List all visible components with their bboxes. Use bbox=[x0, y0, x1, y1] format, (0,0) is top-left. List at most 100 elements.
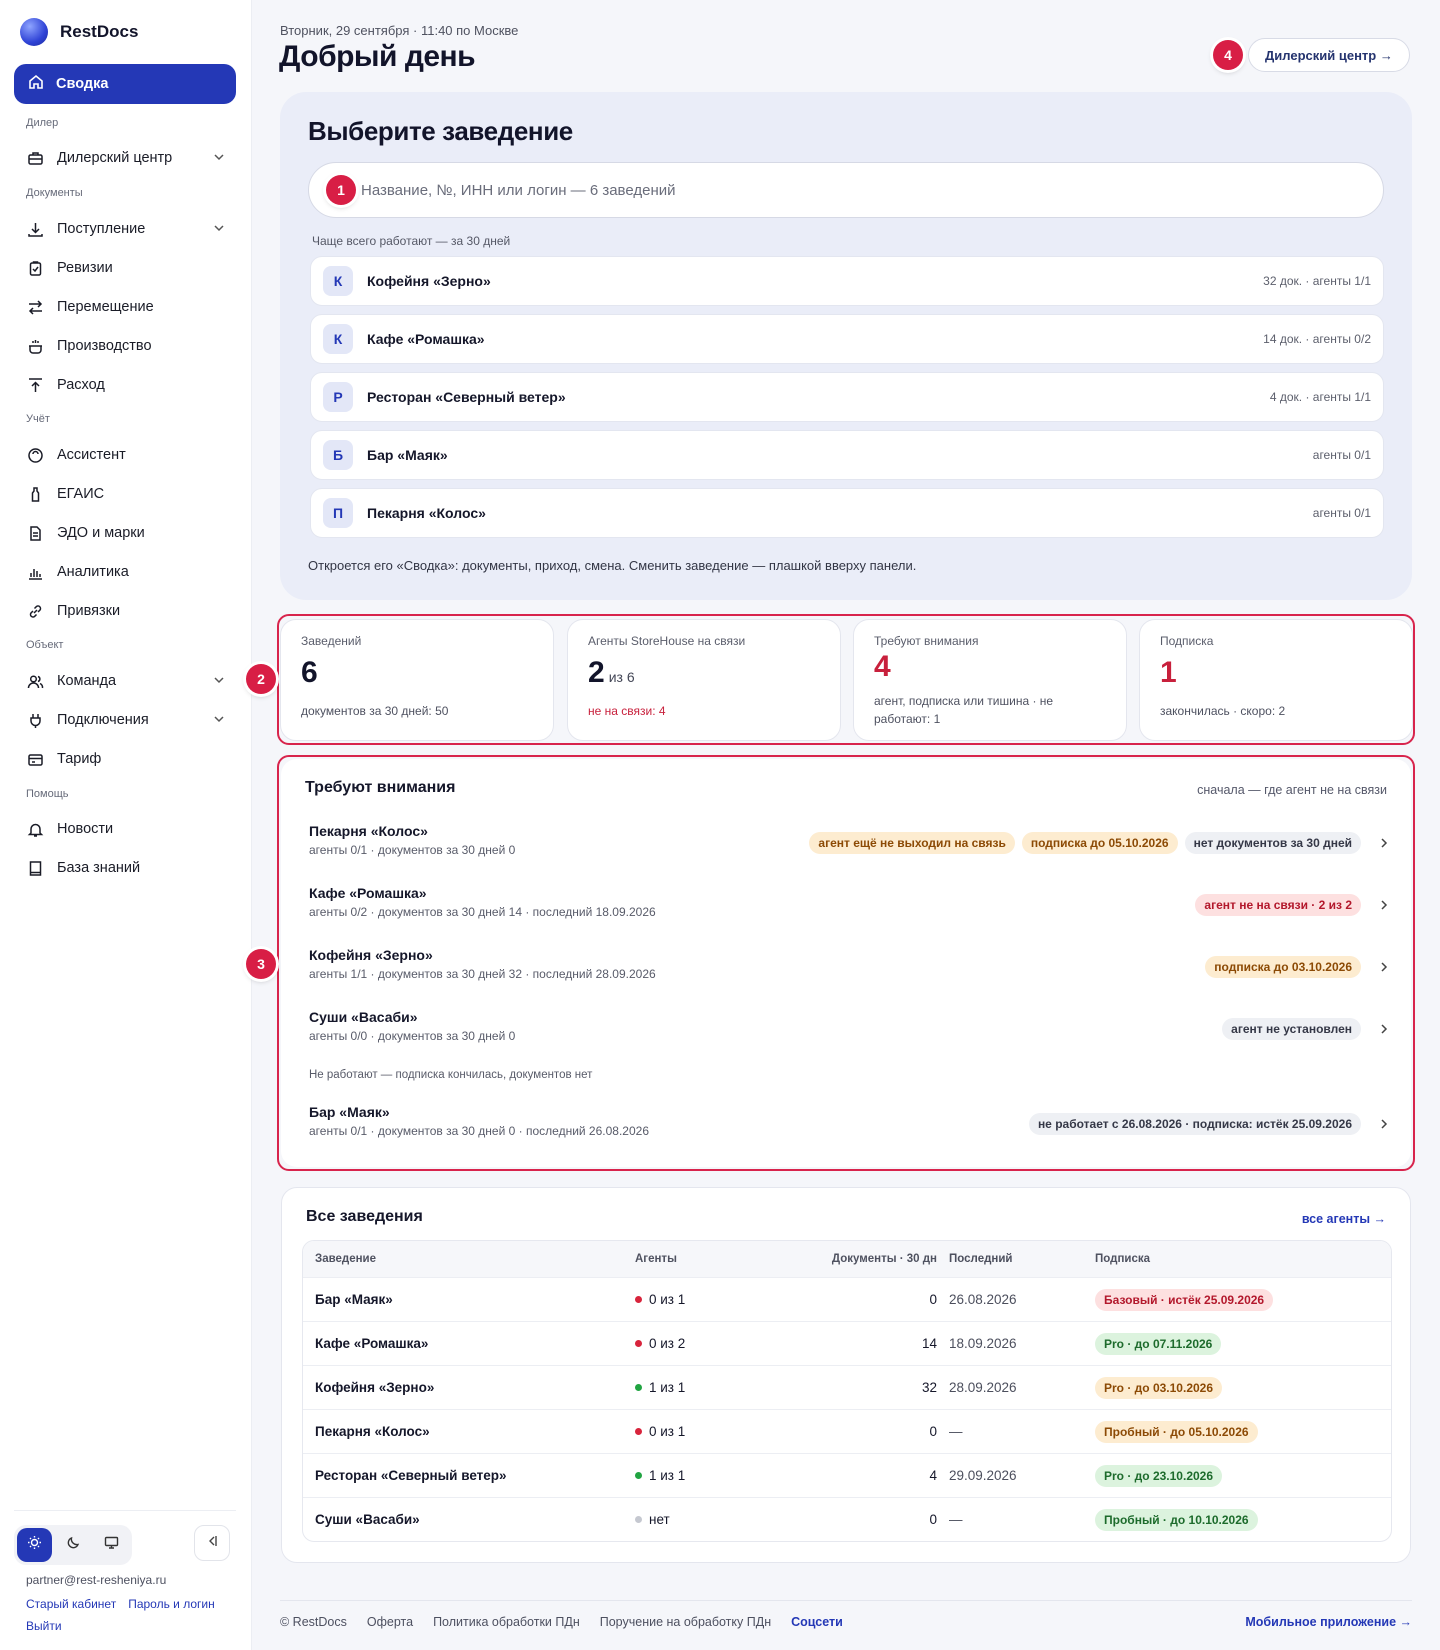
sidebar-item-production[interactable]: Производство bbox=[14, 328, 236, 364]
collapse-sidebar-button[interactable] bbox=[194, 1525, 230, 1561]
venue-item[interactable]: К Кофейня «Зерно» 32 док. · агенты 1/1 bbox=[310, 256, 1384, 306]
cell-docs: 0 bbox=[929, 1292, 937, 1307]
sidebar-item-tariff[interactable]: Тариф bbox=[14, 741, 236, 777]
cell-subscription: Pro · до 23.10.2026 bbox=[1095, 1454, 1223, 1497]
stat-card-subscription[interactable]: Подписка 1 закончилась · скоро: 2 bbox=[1139, 619, 1413, 741]
venue-avatar: К bbox=[323, 324, 353, 354]
cell-subscription: Pro · до 07.11.2026 bbox=[1095, 1322, 1222, 1365]
sidebar: RestDocs Сводка Дилер Дилерский центр До… bbox=[0, 0, 252, 1650]
column-header[interactable]: Агенты bbox=[635, 1241, 677, 1277]
column-header[interactable]: Подписка bbox=[1095, 1241, 1150, 1277]
column-header[interactable]: Заведение bbox=[315, 1241, 376, 1277]
attention-row[interactable]: Кофейня «Зерно» агенты 1/1 · документов … bbox=[309, 947, 1391, 989]
sidebar-item-label: Новости bbox=[57, 821, 114, 837]
sidebar-item-label: Сводка bbox=[56, 76, 109, 92]
subscription-badge: Пробный · до 05.10.2026 bbox=[1095, 1420, 1258, 1443]
attention-row[interactable]: Пекарня «Колос» агенты 0/1 · документов … bbox=[309, 823, 1391, 865]
stat-value: 6 bbox=[301, 656, 318, 689]
chevron-down-icon bbox=[212, 150, 226, 168]
theme-dark-button[interactable] bbox=[56, 1528, 91, 1562]
search-input[interactable] bbox=[361, 181, 1261, 199]
agent-status-dot bbox=[635, 1428, 642, 1435]
theme-switcher bbox=[14, 1525, 132, 1565]
venue-item[interactable]: Р Ресторан «Северный ветер» 4 док. · аге… bbox=[310, 372, 1384, 422]
table-row[interactable]: Пекарня «Колос» 0 из 1 0 — Пробный · до 05.1… bbox=[303, 1409, 1391, 1453]
cell-agents: нет bbox=[635, 1498, 670, 1541]
column-header[interactable]: Последний bbox=[949, 1241, 1012, 1277]
order-link[interactable]: Поручение на обработку ПДн bbox=[600, 1615, 771, 1629]
table-row[interactable]: Кафе «Ромашка» 0 из 2 14 18.09.2026 Pro · до… bbox=[303, 1321, 1391, 1365]
mobile-app-link[interactable]: Мобильное приложение → bbox=[1245, 1615, 1412, 1629]
attention-panel: Требуют внимания сначала — где агент не … bbox=[281, 759, 1411, 1167]
social-link[interactable]: Соцсети bbox=[791, 1615, 843, 1629]
stat-sub: документов за 30 дней: 50 bbox=[301, 704, 449, 718]
chevron-right-icon bbox=[1377, 836, 1391, 855]
table-row[interactable]: Бар «Маяк» 0 из 1 0 26.08.2026 Базовый · ист… bbox=[303, 1277, 1391, 1321]
stat-card-agents[interactable]: Агенты StoreHouse на связи 2 из 6 не на с… bbox=[567, 619, 841, 741]
stat-value: 4 bbox=[874, 650, 891, 683]
status-badge: нет документов за 30 дней bbox=[1184, 832, 1361, 854]
table-row[interactable]: Суши «Васаби» нет 0 — Пробный · до 10.10.202… bbox=[303, 1497, 1391, 1541]
brand[interactable]: RestDocs bbox=[20, 18, 138, 46]
table-row[interactable]: Ресторан «Северный ветер» 1 из 1 4 29.09.20… bbox=[303, 1453, 1391, 1497]
attention-row[interactable]: Кафе «Ромашка» агенты 0/2 · документов з… bbox=[309, 885, 1391, 927]
table-row[interactable]: Кофейня «Зерно» 1 из 1 32 28.09.2026 Pro · д… bbox=[303, 1365, 1391, 1409]
policy-link[interactable]: Политика обработки ПДн bbox=[433, 1615, 580, 1629]
old-cabinet-link[interactable]: Старый кабинет bbox=[26, 1597, 116, 1611]
sidebar-item-egais[interactable]: ЕГАИС bbox=[14, 476, 236, 512]
venue-item[interactable]: К Кафе «Ромашка» 14 док. · агенты 0/2 bbox=[310, 314, 1384, 364]
cell-docs: 32 bbox=[921, 1380, 937, 1395]
sidebar-item-analytics[interactable]: Аналитика bbox=[14, 554, 236, 590]
cell-last: — bbox=[949, 1424, 963, 1439]
stat-card-venues[interactable]: Заведений 6 документов за 30 дней: 50 bbox=[280, 619, 554, 741]
sidebar-item-team[interactable]: Команда bbox=[14, 663, 236, 699]
offer-link[interactable]: Оферта bbox=[367, 1615, 413, 1629]
theme-system-button[interactable] bbox=[94, 1528, 129, 1562]
stat-label: Заведений bbox=[301, 634, 362, 648]
sidebar-item-bindings[interactable]: Привязки bbox=[14, 593, 236, 629]
attention-tags: агент ещё не выходил на связь подписка д… bbox=[809, 832, 1361, 854]
sidebar-item-revisions[interactable]: Ревизии bbox=[14, 250, 236, 286]
venue-search[interactable] bbox=[308, 162, 1384, 218]
download-icon bbox=[26, 220, 44, 238]
sidebar-item-label: База знаний bbox=[57, 860, 141, 876]
sidebar-item-summary[interactable]: Сводка bbox=[14, 64, 236, 104]
user-email: partner@rest-resheniya.ru bbox=[26, 1573, 167, 1587]
sidebar-item-dealer-center[interactable]: Дилерский центр bbox=[14, 140, 236, 176]
all-venues-panel: Все заведения все агенты → Заведение Аге… bbox=[281, 1187, 1411, 1563]
app: RestDocs Сводка Дилер Дилерский центр До… bbox=[0, 0, 1440, 1650]
cell-venue: Бар «Маяк» bbox=[315, 1292, 393, 1307]
sidebar-item-knowledge[interactable]: База знаний bbox=[14, 850, 236, 886]
stat-label: Подписка bbox=[1160, 634, 1214, 648]
password-login-link[interactable]: Пароль и логин bbox=[128, 1597, 215, 1611]
cell-docs: 0 bbox=[929, 1424, 937, 1439]
venue-item[interactable]: Б Бар «Маяк» агенты 0/1 bbox=[310, 430, 1384, 480]
attention-row[interactable]: Бар «Маяк» агенты 0/1 · документов за 30… bbox=[309, 1104, 1391, 1146]
all-agents-link[interactable]: все агенты → bbox=[1302, 1212, 1386, 1226]
sidebar-item-receipt[interactable]: Поступление bbox=[14, 211, 236, 247]
footer: © RestDocs Оферта Политика обработки ПДн… bbox=[280, 1600, 1412, 1629]
sidebar-item-label: Привязки bbox=[57, 603, 121, 619]
monitor-icon bbox=[104, 1535, 119, 1555]
subscription-badge: Базовый · истёк 25.09.2026 bbox=[1095, 1288, 1274, 1311]
sidebar-item-news[interactable]: Новости bbox=[14, 811, 236, 847]
dealer-center-button[interactable]: Дилерский центр → bbox=[1248, 38, 1410, 72]
cell-agents: 1 из 1 bbox=[635, 1366, 685, 1409]
agent-status-dot bbox=[635, 1516, 642, 1523]
attention-row[interactable]: Суши «Васаби» агенты 0/0 · документов за… bbox=[309, 1009, 1391, 1051]
sidebar-item-transfer[interactable]: Перемещение bbox=[14, 289, 236, 325]
logout-link[interactable]: Выйти bbox=[26, 1619, 62, 1633]
stat-card-attention[interactable]: Требуют внимания 4 агент, подписка или т… bbox=[853, 619, 1127, 741]
pot-icon bbox=[26, 337, 44, 355]
stat-value: 1 bbox=[1160, 656, 1177, 689]
sidebar-item-connections[interactable]: Подключения bbox=[14, 702, 236, 738]
sun-icon bbox=[27, 1535, 42, 1555]
attention-sort[interactable]: сначала — где агент не на связи bbox=[1197, 783, 1387, 797]
venue-item[interactable]: П Пекарня «Колос» агенты 0/1 bbox=[310, 488, 1384, 538]
theme-light-button[interactable] bbox=[17, 1528, 52, 1562]
sidebar-item-expense[interactable]: Расход bbox=[14, 367, 236, 403]
sidebar-item-assistant[interactable]: Ассистент bbox=[14, 437, 236, 473]
cell-agents: 0 из 2 bbox=[635, 1322, 685, 1365]
sidebar-item-edo[interactable]: ЭДО и марки bbox=[14, 515, 236, 551]
column-header[interactable]: Документы · 30 дн bbox=[832, 1241, 937, 1277]
